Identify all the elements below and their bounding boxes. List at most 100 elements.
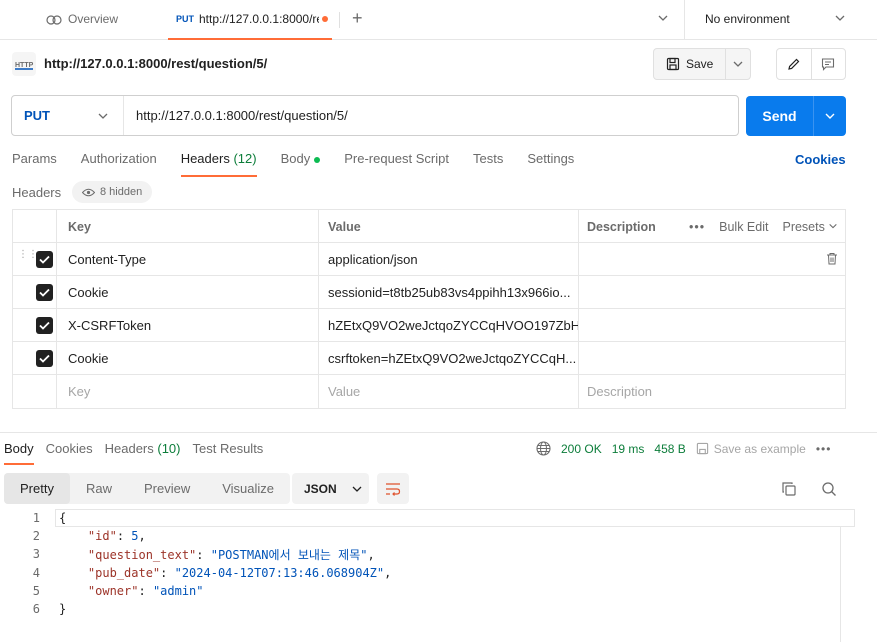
- format-selector[interactable]: JSON: [292, 473, 369, 504]
- response-tabs: Body Cookies Headers (10) Test Results: [4, 441, 263, 465]
- table-row[interactable]: Cookie csrftoken=hZEtxQ9VO2weJctqoZYCCqH…: [13, 342, 845, 375]
- wrap-lines-button[interactable]: [377, 473, 409, 504]
- header-value[interactable]: csrftoken=hZEtxQ9VO2weJctqoZYCCqH...: [318, 342, 578, 375]
- header-description[interactable]: [578, 276, 846, 309]
- tabs-chevron-down-icon[interactable]: [657, 12, 669, 27]
- header-value[interactable]: application/json: [318, 243, 578, 276]
- edit-pencil-icon[interactable]: [777, 49, 812, 79]
- response-body-editor[interactable]: 1{ 2 "id": 5, 3 "question_text": "POSTMA…: [0, 509, 877, 618]
- new-value-input[interactable]: Value: [318, 375, 578, 408]
- tab-settings[interactable]: Settings: [527, 151, 574, 177]
- copy-icon[interactable]: [781, 481, 797, 500]
- method-selector[interactable]: PUT: [12, 96, 124, 135]
- view-pretty[interactable]: Pretty: [4, 473, 70, 504]
- globe-icon[interactable]: [536, 441, 551, 456]
- new-tab-plus-icon[interactable]: +: [352, 8, 363, 29]
- eye-icon: [82, 188, 95, 196]
- response-size[interactable]: 458 B: [654, 442, 685, 456]
- json-value: 5: [131, 529, 139, 544]
- table-row[interactable]: Cookie sessionid=t8tb25ub83vs4ppihh13x96…: [13, 276, 845, 309]
- hidden-headers-toggle[interactable]: 8 hidden: [72, 181, 153, 203]
- row-checkbox[interactable]: [36, 317, 53, 334]
- save-as-example-button[interactable]: Save as example: [696, 442, 806, 456]
- tab-headers-count: (12): [233, 151, 257, 166]
- request-title[interactable]: http://127.0.0.1:8000/rest/question/5/: [44, 56, 267, 71]
- table-row[interactable]: ⋮⋮ Content-Type application/json: [13, 243, 845, 276]
- header-key[interactable]: Cookie: [56, 342, 318, 375]
- view-visualize[interactable]: Visualize: [206, 473, 290, 504]
- url-bar: PUT http://127.0.0.1:8000/rest/question/…: [11, 95, 739, 136]
- response-tab-body[interactable]: Body: [4, 441, 34, 465]
- header-key[interactable]: X-CSRFToken: [56, 309, 318, 342]
- presets-dropdown[interactable]: Presets: [782, 220, 838, 234]
- unsaved-dot-icon: [322, 16, 328, 22]
- checkmark-icon: [39, 288, 50, 297]
- header-description[interactable]: [578, 243, 846, 276]
- send-button[interactable]: Send: [746, 96, 814, 136]
- tab-url: http://127.0.0.1:8000/rest/question/5/: [199, 12, 319, 26]
- tab-tests[interactable]: Tests: [473, 151, 503, 177]
- new-key-input[interactable]: Key: [56, 375, 318, 408]
- response-tab-test-results[interactable]: Test Results: [193, 441, 264, 465]
- search-icon[interactable]: [821, 481, 837, 500]
- code-line: 5 "owner": "admin": [0, 582, 877, 600]
- view-preview[interactable]: Preview: [128, 473, 206, 504]
- tab-pre-request-label: Pre-request Script: [344, 151, 449, 166]
- response-divider[interactable]: [0, 432, 877, 433]
- view-raw[interactable]: Raw: [70, 473, 128, 504]
- code-line: 2 "id": 5,: [0, 527, 877, 545]
- tab-authorization[interactable]: Authorization: [81, 151, 157, 177]
- header-value[interactable]: hZEtxQ9VO2weJctqoZYCCqHVOO197ZbH: [318, 309, 578, 342]
- header-key[interactable]: Content-Type: [56, 243, 318, 276]
- env-divider: [684, 0, 685, 40]
- comments-icon[interactable]: [812, 49, 846, 79]
- header-description[interactable]: [578, 309, 846, 342]
- column-key: Key: [56, 210, 318, 243]
- header-description[interactable]: [578, 342, 846, 375]
- new-description-input[interactable]: Description: [578, 375, 846, 408]
- cookies-link[interactable]: Cookies: [795, 152, 846, 167]
- response-time[interactable]: 19 ms: [612, 442, 645, 456]
- line-number: 1: [32, 511, 40, 526]
- delete-trash-icon[interactable]: [826, 252, 838, 268]
- tab-active-request[interactable]: PUT http://127.0.0.1:8000/rest/question/…: [168, 0, 332, 40]
- format-label: JSON: [304, 481, 337, 496]
- response-headers-count: (10): [157, 441, 181, 456]
- tab-pre-request-script[interactable]: Pre-request Script: [344, 151, 449, 177]
- url-input[interactable]: http://127.0.0.1:8000/rest/question/5/: [124, 108, 348, 123]
- header-key[interactable]: Cookie: [56, 276, 318, 309]
- row-checkbox[interactable]: [36, 350, 53, 367]
- drag-handle-icon[interactable]: ⋮⋮: [18, 250, 38, 260]
- table-row-new[interactable]: Key Value Description: [13, 375, 845, 408]
- tab-divider: [339, 12, 340, 28]
- header-value[interactable]: sessionid=t8tb25ub83vs4ppihh13x966io...: [318, 276, 578, 309]
- save-as-example-label: Save as example: [713, 441, 806, 456]
- response-tab-cookies-label: Cookies: [45, 441, 93, 456]
- json-key: "id": [87, 529, 117, 544]
- response-tab-headers[interactable]: Headers (10): [105, 441, 181, 465]
- status-code[interactable]: 200 OK: [561, 442, 602, 456]
- tab-overview[interactable]: Overview: [46, 12, 118, 26]
- tab-body[interactable]: Body: [281, 151, 321, 177]
- tab-headers[interactable]: Headers (12): [180, 151, 257, 177]
- request-tabs: Params Authorization Headers (12) Body P…: [12, 151, 574, 177]
- json-key: "pub_date": [87, 565, 161, 580]
- tab-params[interactable]: Params: [12, 151, 57, 177]
- save-options-chevron-icon[interactable]: [726, 58, 750, 70]
- table-row[interactable]: X-CSRFToken hZEtxQ9VO2weJctqoZYCCqHVOO19…: [13, 309, 845, 342]
- send-options-chevron-icon[interactable]: [814, 96, 846, 136]
- save-button[interactable]: Save: [654, 49, 726, 79]
- response-tab-cookies[interactable]: Cookies: [46, 441, 93, 465]
- more-options-icon[interactable]: •••: [816, 442, 832, 456]
- more-options-icon[interactable]: •••: [689, 220, 705, 234]
- row-checkbox[interactable]: [36, 284, 53, 301]
- environment-selector[interactable]: No environment: [705, 12, 790, 26]
- line-number: 5: [32, 583, 40, 598]
- row-checkbox[interactable]: [36, 251, 53, 268]
- bulk-edit-link[interactable]: Bulk Edit: [719, 220, 768, 234]
- code-line: 4 "pub_date": "2024-04-12T07:13:46.06890…: [0, 564, 877, 582]
- save-icon: [696, 442, 708, 455]
- environment-chevron-down-icon[interactable]: [834, 12, 846, 27]
- response-tab-headers-label: Headers: [104, 441, 154, 456]
- code-line: 3 "question_text": "POSTMAN에서 보내는 제목",: [0, 545, 877, 563]
